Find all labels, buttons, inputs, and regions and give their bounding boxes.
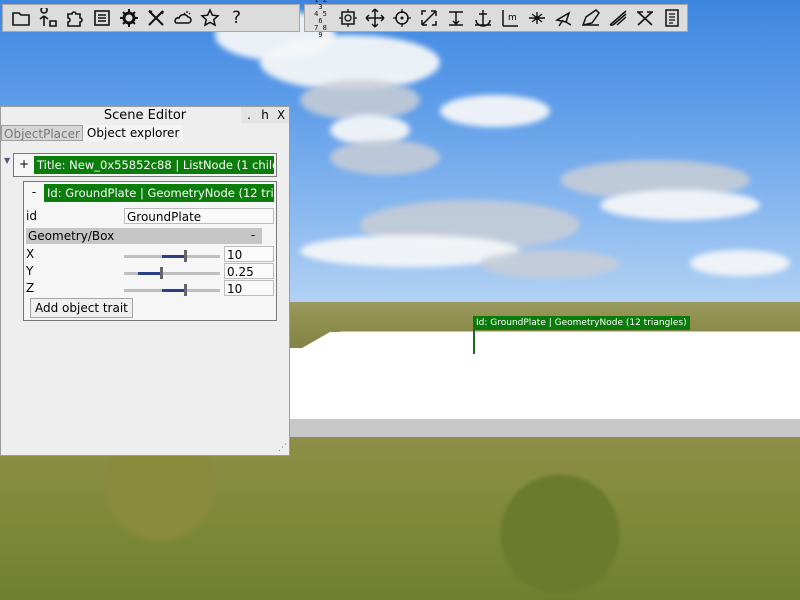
align-icon[interactable]: [442, 6, 469, 30]
folder-icon[interactable]: [7, 6, 34, 30]
x-value-input[interactable]: 10: [224, 246, 274, 262]
orbit-icon[interactable]: [388, 6, 415, 30]
list-node-title[interactable]: Title: New_0x55852c88 | ListNode (1 chil…: [34, 156, 274, 174]
list-icon[interactable]: [88, 6, 115, 30]
scene-editor-window: Scene Editor . h X ObjectPlacer Object e…: [0, 106, 290, 456]
slider-handle[interactable]: [160, 267, 163, 279]
ground-plate-edge: [270, 419, 800, 437]
notes-icon[interactable]: [658, 6, 685, 30]
x-slider[interactable]: [124, 250, 220, 262]
close-button[interactable]: X: [273, 107, 289, 123]
resize-grip-icon[interactable]: ⋰: [278, 443, 287, 453]
y-label: Y: [26, 264, 34, 278]
list-node: + Title: New_0x55852c88 | ListNode (1 ch…: [13, 153, 277, 177]
measure-icon[interactable]: m: [496, 6, 523, 30]
flag-icon[interactable]: [550, 6, 577, 30]
near-grass-field: [0, 436, 800, 600]
z-label: Z: [26, 281, 35, 295]
id-field[interactable]: GroundPlate: [124, 208, 274, 224]
x-label: X: [26, 247, 35, 261]
expand-toggle[interactable]: +: [18, 157, 30, 171]
geometry-box-section-header[interactable]: Geometry/Box: [26, 228, 262, 244]
hide-button[interactable]: h: [257, 107, 273, 123]
geometry-node-title[interactable]: Id: GroundPlate | GeometryNode (12 trian…: [44, 184, 274, 202]
slider-fill: [162, 255, 184, 258]
window-titlebar[interactable]: Scene Editor . h X: [1, 107, 289, 125]
star-icon[interactable]: [196, 6, 223, 30]
ground-plate-top[interactable]: [260, 332, 800, 420]
scale-icon[interactable]: [415, 6, 442, 30]
collapse-triangle-icon[interactable]: ▼: [4, 156, 10, 165]
cut-icon[interactable]: [631, 6, 658, 30]
slider-fill: [162, 289, 184, 292]
edit-icon[interactable]: [577, 6, 604, 30]
anchor-icon[interactable]: [469, 6, 496, 30]
plane-icon[interactable]: [604, 6, 631, 30]
tab-object-placer[interactable]: ObjectPlacer: [1, 125, 83, 141]
place-icon[interactable]: [523, 6, 550, 30]
rotate-icon[interactable]: [334, 6, 361, 30]
main-toolbar: ?: [2, 4, 300, 32]
z-slider[interactable]: [124, 284, 220, 296]
tab-object-explorer[interactable]: Object explorer: [82, 125, 184, 141]
tab-bar: ObjectPlacer Object explorer: [1, 125, 184, 141]
z-value-input[interactable]: 10: [224, 280, 274, 296]
move-icon[interactable]: [361, 6, 388, 30]
numpad-icon[interactable]: 1 2 3 4 5 6 7 8 9: [307, 0, 334, 39]
geometry-node: - Id: GroundPlate | GeometryNode (12 tri…: [23, 181, 277, 321]
y-slider[interactable]: [124, 267, 220, 279]
node-marker-pin: [473, 328, 475, 354]
measure-glyph: m: [508, 13, 517, 23]
slider-handle[interactable]: [184, 284, 187, 296]
numpad-row: 4 5 6: [314, 10, 327, 25]
tools-icon[interactable]: [142, 6, 169, 30]
dock-button[interactable]: .: [241, 107, 257, 123]
y-value-input[interactable]: 0.25: [224, 263, 274, 279]
gear-icon[interactable]: [115, 6, 142, 30]
nature-icon[interactable]: [34, 6, 61, 30]
numpad-row: 7 8 9: [314, 24, 327, 39]
add-object-trait-button[interactable]: Add object trait: [30, 298, 133, 318]
section-collapse-toggle[interactable]: -: [246, 228, 260, 242]
transform-toolbar: 1 2 3 4 5 6 7 8 9 m: [304, 0, 688, 39]
help-icon[interactable]: ?: [223, 6, 250, 30]
slider-fill: [138, 272, 160, 275]
node-label-ground-plate[interactable]: Id: GroundPlate | GeometryNode (12 trian…: [473, 316, 690, 330]
id-label: id: [26, 209, 37, 223]
puzzle-icon[interactable]: [61, 6, 88, 30]
weather-icon[interactable]: [169, 6, 196, 30]
bounding-box-line: [340, 331, 800, 332]
collapse-toggle[interactable]: -: [28, 185, 40, 199]
slider-handle[interactable]: [184, 250, 187, 262]
